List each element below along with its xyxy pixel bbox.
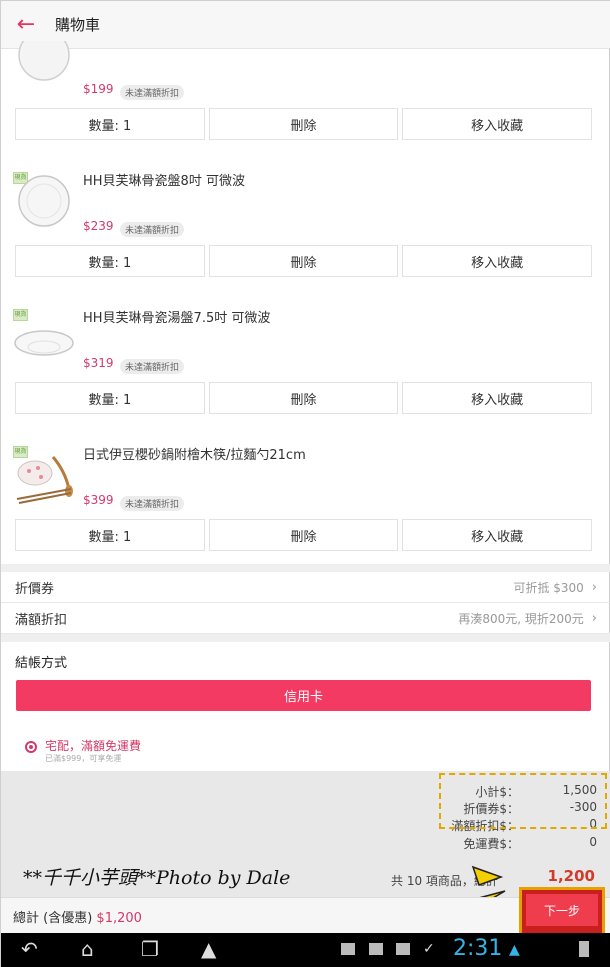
item-price: $399 bbox=[83, 493, 114, 507]
item-actions: 數量: 1 刪除 移入收藏 bbox=[15, 519, 593, 551]
bulk-discount-row[interactable]: 滿額折扣 再湊800元, 現折200元 › bbox=[1, 603, 610, 634]
system-nav-bar: ↶ ⌂ ❐ ▲ ✓ 2:31 ▲ bbox=[1, 933, 610, 967]
delivery-note: 已滿$999，可享免運 bbox=[45, 754, 122, 763]
recent-apps-icon[interactable]: ❐ bbox=[141, 937, 159, 961]
coupon-row[interactable]: 折價券 可折抵 $300 › bbox=[1, 572, 610, 603]
menu-up-icon[interactable]: ▲ bbox=[201, 937, 216, 961]
summary-total: 1,200 bbox=[547, 867, 595, 885]
wifi-icon: ▲ bbox=[509, 942, 520, 958]
checkout-total: 總計 (含優惠) $1,200 bbox=[13, 907, 142, 926]
section-divider bbox=[1, 634, 610, 642]
payment-section-title: 結帳方式 bbox=[15, 656, 68, 671]
bulk-discount-value: 再湊800元, 現折200元 bbox=[458, 611, 584, 626]
home-icon[interactable]: ⌂ bbox=[81, 937, 94, 961]
coupon-value: 可折抵 $300 bbox=[513, 580, 584, 595]
image-notification-icon bbox=[341, 943, 355, 955]
highlight-box bbox=[439, 773, 607, 829]
status-clock: 2:31 bbox=[453, 936, 503, 961]
move-to-favorites-button[interactable]: 移入收藏 bbox=[402, 519, 593, 551]
chevron-right-icon: › bbox=[591, 579, 597, 595]
product-image bbox=[16, 456, 73, 504]
mail-notification-icon bbox=[396, 943, 410, 955]
chevron-right-icon: › bbox=[591, 610, 597, 626]
delivery-label[interactable]: 宅配，滿額免運費 bbox=[45, 737, 141, 754]
total-value: $1,200 bbox=[96, 911, 142, 926]
shipping-value: 0 bbox=[589, 835, 597, 849]
battery-icon bbox=[579, 941, 589, 957]
item-name[interactable]: 日式伊豆櫻砂鍋附檜木筷/拉麵勺21cm bbox=[83, 444, 306, 463]
shipping-label: 免運費$： bbox=[463, 837, 519, 851]
credit-card-button[interactable]: 信用卡 bbox=[16, 680, 591, 711]
section-divider bbox=[1, 564, 610, 572]
delete-button[interactable]: 刪除 bbox=[208, 519, 399, 551]
cart-item: 現貨 日式伊豆櫻砂鍋附檜木筷/拉麵勺21cm $399 未達滿額折扣 數量: 1… bbox=[1, 1, 610, 561]
mail-notification-icon bbox=[369, 943, 383, 955]
delivery-radio[interactable] bbox=[25, 741, 37, 753]
next-step-button[interactable]: 下一步 bbox=[526, 894, 598, 926]
discount-badge: 未達滿額折扣 bbox=[120, 496, 185, 511]
watermark: **千千小芋頭**Photo by Dale bbox=[23, 867, 291, 889]
back-nav-icon[interactable]: ↶ bbox=[21, 937, 38, 961]
next-step-highlight: 下一步 bbox=[519, 887, 605, 937]
bulk-discount-label: 滿額折扣 bbox=[15, 612, 68, 628]
app-window: ← 購物車 $199 未達滿額折扣 數量: 1 刪除 移入收藏 現貨 HH貝芙琳… bbox=[0, 0, 610, 967]
coupon-label: 折價券 bbox=[15, 581, 55, 597]
check-icon: ✓ bbox=[423, 941, 435, 957]
quantity-button[interactable]: 數量: 1 bbox=[15, 519, 205, 551]
total-label: 總計 (含優惠) bbox=[13, 911, 93, 926]
